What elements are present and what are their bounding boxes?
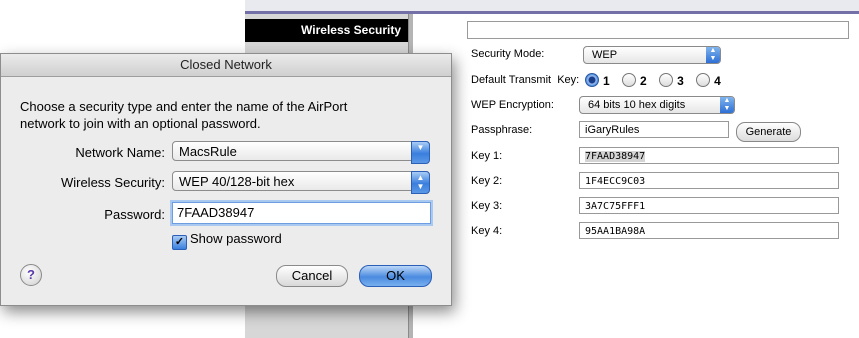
passphrase-input[interactable]: iGaryRules: [579, 121, 729, 138]
radio-icon: [622, 73, 637, 87]
wireless-security-value: WEP 40/128-bit hex: [179, 174, 295, 189]
radio-option-3[interactable]: 3: [659, 73, 684, 88]
show-password-checkbox[interactable]: ✓ Show password: [172, 231, 282, 250]
wep-encryption-value: 64 bits 10 hex digits: [588, 99, 686, 111]
key-1-label: Key 1:: [471, 150, 503, 162]
key-3-label: Key 3:: [471, 200, 503, 212]
key-4-label: Key 4:: [471, 225, 503, 237]
key-3-input[interactable]: 3A7C75FFF1: [579, 197, 839, 214]
key-2-input[interactable]: 1F4ECC9C03: [579, 172, 839, 189]
radio-option-1[interactable]: 1: [585, 73, 610, 88]
generate-button[interactable]: Generate: [736, 122, 801, 142]
page-top-strip: [245, 0, 859, 14]
key-1-input[interactable]: 7FAAD38947: [579, 147, 839, 164]
password-label: Password:: [104, 207, 165, 222]
sidebar-item-wireless-security[interactable]: Wireless Security: [245, 19, 408, 42]
top-field[interactable]: [467, 21, 849, 39]
password-field[interactable]: 7FAAD38947: [172, 202, 431, 224]
radio-icon: [696, 73, 711, 87]
description-line-1: Choose a security type and enter the nam…: [20, 99, 348, 114]
wep-encryption-select[interactable]: 64 bits 10 hex digits ▲ ▼: [579, 96, 735, 114]
security-mode-select[interactable]: WEP ▲ ▼: [583, 46, 721, 64]
radio-icon: [659, 73, 674, 87]
passphrase-label: Passphrase:: [471, 124, 533, 136]
cancel-button[interactable]: Cancel: [276, 265, 348, 287]
key-1-value: 7FAAD38947: [585, 151, 646, 162]
radio-selected-icon: [585, 73, 599, 87]
checkmark-icon: ✓: [172, 235, 187, 250]
network-name-value: MacsRule: [179, 144, 237, 159]
select-arrows-icon: ▲ ▼: [720, 97, 734, 113]
radio-option-4[interactable]: 4: [696, 73, 721, 88]
wireless-security-select[interactable]: WEP 40/128-bit hex ▲ ▼: [172, 171, 430, 194]
radio-label: 1: [603, 74, 610, 88]
default-transmit-key-radios: 1 2 3 4: [585, 73, 730, 88]
select-arrows-icon: ▲ ▼: [411, 171, 430, 194]
default-transmit-key-label: Default Transmit Key:: [471, 74, 580, 86]
network-name-combo[interactable]: MacsRule ▼: [172, 141, 430, 164]
wireless-security-label: Wireless Security:: [60, 175, 165, 190]
key-4-input[interactable]: 95AA1BA98A: [579, 222, 839, 239]
show-password-label: Show password: [190, 231, 282, 246]
description-line-2: network to join with an optional passwor…: [20, 116, 261, 131]
select-arrows-icon: ▲ ▼: [706, 47, 720, 63]
wep-encryption-label: WEP Encryption:: [471, 99, 554, 111]
dialog-description: Choose a security type and enter the nam…: [20, 98, 440, 132]
security-mode-label: Security Mode:: [471, 48, 545, 60]
ok-button[interactable]: OK: [359, 265, 432, 287]
key-2-label: Key 2:: [471, 175, 503, 187]
radio-option-2[interactable]: 2: [622, 73, 647, 88]
radio-label: 4: [714, 74, 721, 88]
radio-label: 2: [640, 74, 647, 88]
help-button[interactable]: ?: [20, 264, 42, 286]
security-mode-value: WEP: [592, 49, 618, 61]
dialog-title: Closed Network: [1, 54, 451, 77]
network-name-label: Network Name:: [75, 145, 165, 160]
closed-network-dialog: Closed Network Choose a security type an…: [0, 53, 452, 306]
chevron-down-icon[interactable]: ▼: [411, 141, 430, 164]
radio-label: 3: [677, 74, 684, 88]
